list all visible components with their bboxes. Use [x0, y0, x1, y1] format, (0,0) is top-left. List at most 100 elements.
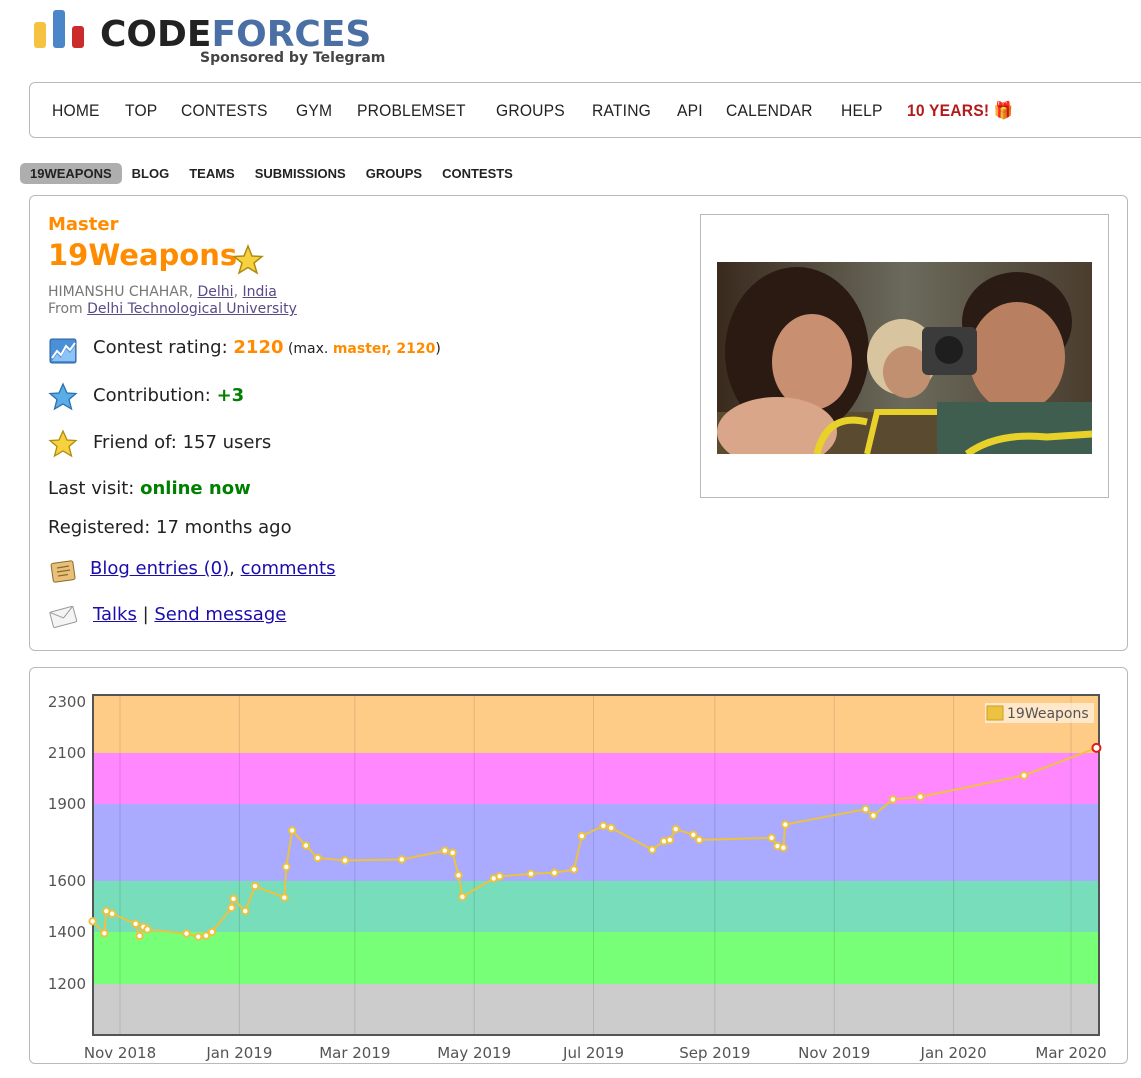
rating-point: [107, 909, 117, 918]
rating-point: [495, 872, 504, 881]
avatar-photo: [717, 262, 1092, 454]
menu-item-api[interactable]: API: [677, 101, 703, 121]
x-tick-label: Mar 2019: [319, 1044, 390, 1062]
contribution-value: +3: [216, 385, 245, 406]
y-tick-label: 1400: [48, 923, 86, 941]
registered-row: Registered: 17 months ago: [48, 517, 292, 538]
menu-item-gym[interactable]: GYM: [296, 101, 332, 121]
rating-point: [1019, 771, 1029, 780]
rating-band: [93, 984, 1099, 1035]
rating-point: [227, 903, 236, 912]
main-menu: HOME TOP CONTESTS GYM PROBLEMSET GROUPS …: [29, 82, 1141, 138]
profile-submenu: 19WEAPONS BLOG TEAMS SUBMISSIONS GROUPS …: [20, 163, 523, 184]
submenu-item-groups[interactable]: GROUPS: [356, 163, 432, 184]
rating-point: [550, 868, 559, 877]
menu-item-calendar[interactable]: CALENDAR: [726, 101, 813, 121]
talks-envelope-icon: [49, 605, 78, 628]
menu-item-home[interactable]: HOME: [52, 101, 100, 121]
rating-point: [869, 811, 878, 820]
rating-point: [665, 835, 675, 845]
rating-point: [313, 853, 322, 863]
rating-point: [781, 820, 790, 829]
rating-point: [606, 823, 616, 833]
user-handle: 19Weapons: [48, 238, 238, 272]
avatar-frame: [700, 214, 1109, 498]
rating-point: [143, 925, 152, 934]
submenu-item-blog[interactable]: BLOG: [122, 163, 180, 184]
menu-item-problemset[interactable]: PROBLEMSET: [357, 101, 466, 121]
submenu-item-teams[interactable]: TEAMS: [179, 163, 245, 184]
friend-star-icon: [48, 429, 78, 458]
x-tick-label: Sep 2019: [679, 1044, 750, 1062]
send-message-link[interactable]: Send message: [154, 604, 286, 625]
rating-point: [88, 917, 97, 926]
menu-item-top[interactable]: TOP: [125, 101, 157, 121]
y-tick-label: 1200: [48, 975, 86, 993]
x-tick-label: Jul 2019: [562, 1044, 624, 1062]
x-tick-label: Nov 2018: [84, 1044, 156, 1062]
blog-entries-link[interactable]: Blog entries (0): [90, 558, 229, 579]
menu-item-contests[interactable]: CONTESTS: [181, 101, 268, 121]
user-rank: Master: [48, 214, 119, 235]
rating-point: [454, 871, 463, 880]
menu-item-10-years[interactable]: 10 YEARS! 🎁: [907, 101, 1013, 121]
y-tick-label: 1900: [48, 795, 86, 813]
submenu-item-contests[interactable]: CONTESTS: [432, 163, 523, 184]
rating-point: [916, 792, 925, 802]
rating-point: [282, 862, 291, 872]
rating-chart: 1200 1400 1600 1900 2100 2300 Nov 2018 Jan 2019…: [48, 693, 1107, 1062]
legend-label: 19Weapons: [1007, 706, 1089, 722]
rating-point: [397, 855, 406, 864]
rating-point: [131, 919, 140, 929]
rating-point: [287, 826, 297, 835]
rating-point: [577, 831, 587, 841]
user-organization: From Delhi Technological University: [48, 301, 297, 317]
contest-rating-value: 2120: [233, 337, 284, 358]
star-icon[interactable]: [232, 244, 264, 276]
rating-band: [93, 804, 1099, 881]
last-visit-value: online now: [140, 478, 251, 499]
rating-point: [526, 869, 536, 879]
y-tick-label: 1600: [48, 872, 86, 890]
x-tick-label: Jan 2020: [920, 1044, 987, 1062]
rating-point: [340, 856, 350, 865]
submenu-item-profile[interactable]: 19WEAPONS: [20, 163, 122, 184]
rating-chart-box: 1200 1400 1600 1900 2100 2300 Nov 2018 Jan 2019…: [29, 667, 1128, 1064]
rating-point: [182, 929, 191, 938]
blog-scroll-icon: [50, 560, 76, 583]
rating-point: [194, 932, 203, 941]
x-tick-label: Jan 2019: [205, 1044, 272, 1062]
user-real-name: HIMANSHU CHAHAR, Delhi, India: [48, 284, 277, 300]
logo-wordmark: CODEFORCES: [100, 14, 372, 55]
talks-link[interactable]: Talks: [93, 604, 137, 625]
rating-point: [241, 906, 250, 916]
rating-point: [648, 845, 657, 854]
rating-point: [100, 929, 109, 938]
y-tick-label: 2100: [48, 744, 86, 762]
menu-item-rating[interactable]: RATING: [592, 101, 651, 121]
country-link[interactable]: India: [242, 284, 276, 300]
rating-band: [93, 695, 1099, 753]
current-rating-point: [1091, 742, 1102, 753]
legend-swatch: [986, 705, 1004, 721]
rating-point: [695, 835, 704, 845]
rating-point: [689, 830, 698, 840]
comments-link[interactable]: comments: [241, 558, 336, 579]
rating-point: [301, 841, 311, 850]
menu-item-help[interactable]: HELP: [841, 101, 883, 121]
x-tick-label: May 2019: [437, 1044, 511, 1062]
rating-point: [861, 804, 870, 814]
menu-item-groups[interactable]: GROUPS: [496, 101, 565, 121]
rating-band: [93, 753, 1099, 804]
x-tick-label: Mar 2020: [1035, 1044, 1106, 1062]
rating-point: [888, 795, 898, 804]
university-link[interactable]: Delhi Technological University: [87, 301, 297, 317]
rating-point: [250, 881, 260, 891]
logo-subtitle: Sponsored by Telegram: [200, 50, 386, 66]
submenu-item-submissions[interactable]: SUBMISSIONS: [245, 163, 356, 184]
y-tick-label: 2300: [48, 693, 86, 711]
city-link[interactable]: Delhi: [198, 284, 234, 300]
rating-point: [767, 833, 776, 843]
last-visit-row: Last visit: online now: [48, 478, 251, 499]
rating-point: [458, 892, 467, 902]
